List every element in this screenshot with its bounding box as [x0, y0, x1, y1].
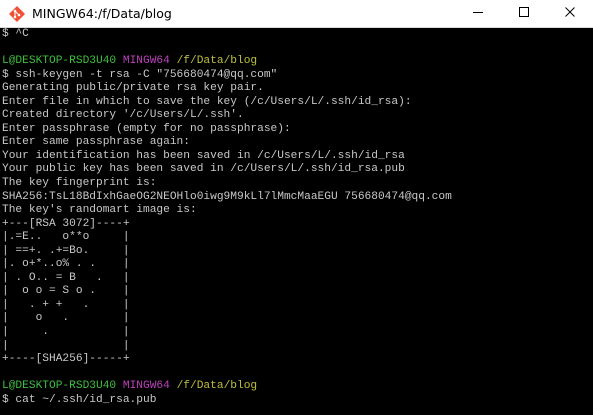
terminal-line: |.=E.. o**o | — [2, 231, 452, 245]
terminal-line: +----[SHA256]-----+ — [2, 353, 452, 367]
line-text: Enter passphrase (empty for no passphras… — [2, 122, 291, 135]
maximize-icon — [518, 5, 530, 23]
line-text: |. o+*..o% . . | — [2, 258, 130, 271]
terminal-line: L@DESKTOP-RSD3U40 MINGW64 /f/Data/blog — [2, 55, 452, 69]
line-text: +---[RSA 3072]----+ — [2, 217, 130, 230]
terminal-line: Your identification has been saved in /c… — [2, 150, 452, 164]
line-text: Enter file in which to save the key (/c/… — [2, 95, 412, 108]
line-text: SHA256:TsL18BdIxhGaeOG2NEOHlo0iwg9M9kLl7… — [2, 190, 452, 203]
line-text: | . + + . | — [2, 298, 130, 311]
terminal-lines: $ ^C L@DESKTOP-RSD3U40 MINGW64 /f/Data/bl… — [2, 28, 452, 407]
minimize-icon — [472, 5, 484, 23]
terminal-line: The key fingerprint is: — [2, 177, 452, 191]
prompt-path: /f/Data/blog — [176, 55, 258, 68]
prompt-user-host: L@DESKTOP-RSD3U40 — [2, 55, 117, 68]
terminal-line: $ cat ~/.ssh/id_rsa.pub — [2, 394, 452, 408]
terminal-line: Created directory '/c/Users/L/.ssh'. — [2, 109, 452, 123]
terminal-line: | . O.. = B . | — [2, 272, 452, 286]
line-text: Your identification has been saved in /c… — [2, 149, 405, 162]
line-text: The key fingerprint is: — [2, 177, 157, 190]
line-text — [170, 55, 177, 67]
maximize-button[interactable] — [501, 0, 547, 28]
line-text: |.=E.. o**o | — [2, 231, 130, 244]
line-text: The key's randomart image is: — [2, 204, 197, 217]
line-text: $ ^C — [2, 28, 29, 40]
terminal-window: MINGW64:/f/Data/blog $ ^C L@DESKTOP-RSD3… — [0, 0, 593, 415]
terminal-line: Generating public/private rsa key pair. — [2, 82, 452, 96]
vertical-scrollbar[interactable] — [583, 28, 593, 415]
close-icon — [564, 5, 576, 23]
line-text: Created directory '/c/Users/L/.ssh'. — [2, 109, 244, 122]
terminal-line: | o . | — [2, 312, 452, 326]
line-text: | o o = S o . | — [2, 285, 130, 298]
line-text: | ==+. .+=Bo. | — [2, 244, 130, 257]
terminal-line: Enter same passphrase again: — [2, 136, 452, 150]
line-text: $ cat ~/.ssh/id_rsa.pub — [2, 393, 157, 406]
line-text: | o . | — [2, 312, 130, 325]
terminal-line: | . | — [2, 326, 452, 340]
title-bar[interactable]: MINGW64:/f/Data/blog — [0, 0, 593, 28]
line-text — [116, 55, 123, 67]
terminal-line: $ ^C — [2, 28, 452, 42]
terminal-line: | . + + . | — [2, 299, 452, 313]
terminal-line: L@DESKTOP-RSD3U40 MINGW64 /f/Data/blog — [2, 380, 452, 394]
line-text: +----[SHA256]-----+ — [2, 353, 130, 366]
line-text — [170, 380, 177, 392]
line-text: Your public key has been saved in /c/Use… — [2, 163, 405, 176]
line-text: Generating public/private rsa key pair. — [2, 82, 264, 95]
minimize-button[interactable] — [455, 0, 501, 28]
line-text: Enter same passphrase again: — [2, 136, 190, 149]
prompt-user-host: L@DESKTOP-RSD3U40 — [2, 380, 117, 393]
line-text — [116, 380, 123, 392]
prompt-system-name: MINGW64 — [122, 380, 170, 393]
prompt-path: /f/Data/blog — [176, 380, 258, 393]
terminal-output[interactable]: $ ^C L@DESKTOP-RSD3U40 MINGW64 /f/Data/bl… — [0, 28, 593, 415]
terminal-line: Enter passphrase (empty for no passphras… — [2, 123, 452, 137]
terminal-line: | | — [2, 340, 452, 354]
prompt-system-name: MINGW64 — [122, 55, 170, 68]
terminal-line: +---[RSA 3072]----+ — [2, 218, 452, 232]
terminal-line: Your public key has been saved in /c/Use… — [2, 163, 452, 177]
line-text: $ ssh-keygen -t rsa -C "756680474@qq.com… — [2, 68, 278, 81]
terminal-line: Enter file in which to save the key (/c/… — [2, 96, 452, 110]
line-text: | | — [2, 339, 130, 352]
line-text: | . O.. = B . | — [2, 271, 130, 284]
terminal-line: $ ssh-keygen -t rsa -C "756680474@qq.com… — [2, 69, 452, 83]
line-text: | . | — [2, 326, 130, 339]
git-bash-icon — [8, 5, 26, 23]
window-title: MINGW64:/f/Data/blog — [32, 6, 172, 21]
terminal-line: | ==+. .+=Bo. | — [2, 245, 452, 259]
terminal-line: The key's randomart image is: — [2, 204, 452, 218]
terminal-line: | o o = S o . | — [2, 285, 452, 299]
terminal-line: SHA256:TsL18BdIxhGaeOG2NEOHlo0iwg9M9kLl7… — [2, 191, 452, 205]
close-button[interactable] — [547, 0, 593, 28]
terminal-line: |. o+*..o% . . | — [2, 258, 452, 272]
